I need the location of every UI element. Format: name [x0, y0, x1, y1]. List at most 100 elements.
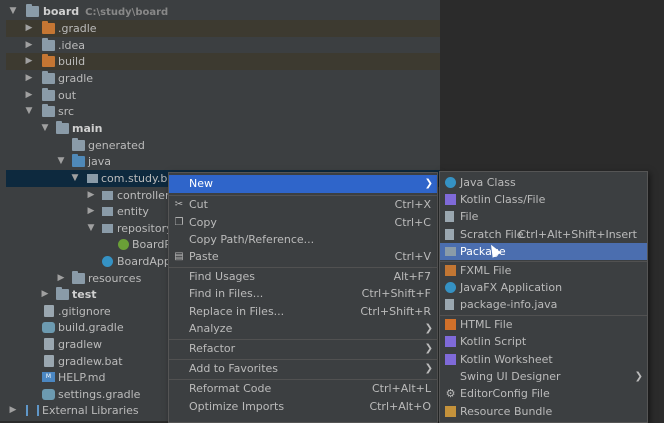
submenu-item-kotlin-class[interactable]: Kotlin Class/File — [440, 191, 647, 208]
folder-icon — [42, 71, 55, 84]
paste-icon: ▤ — [174, 251, 184, 262]
excluded-folder-icon — [42, 21, 55, 34]
submenu-item-label: Java Class — [460, 176, 516, 189]
gradle-icon — [42, 389, 55, 400]
chevron-right-icon[interactable]: ▶ — [24, 87, 34, 104]
chevron-down-icon[interactable]: ▼ — [56, 153, 66, 170]
menu-item-copy[interactable]: ❐ Copy Ctrl+C — [169, 214, 437, 232]
fxml-icon — [445, 265, 456, 276]
menu-shortcut: Ctrl+Shift+R — [360, 305, 431, 318]
generated-folder-icon — [72, 138, 85, 151]
chevron-right-icon[interactable]: ▶ — [24, 53, 34, 70]
chevron-right-icon[interactable]: ▶ — [86, 187, 96, 204]
file-icon — [445, 211, 454, 222]
tree-item-generated[interactable]: generated — [6, 137, 440, 154]
tree-item-build[interactable]: ▶ build — [6, 53, 440, 70]
menu-item-add-to-favorites[interactable]: Add to Favorites ❯ — [169, 360, 437, 378]
tree-item-out[interactable]: ▶ out — [6, 87, 440, 104]
context-menu: New ❯ ✂ Cut Ctrl+X ❐ Copy Ctrl+C Copy Pa… — [168, 172, 438, 423]
submenu-item-package[interactable]: Package — [440, 243, 647, 260]
tree-item-java[interactable]: ▼ java — [6, 153, 440, 170]
tree-item-gradle[interactable]: ▶ gradle — [6, 70, 440, 87]
submenu-item-file[interactable]: File — [440, 208, 647, 225]
menu-item-find-usages[interactable]: Find Usages Alt+F7 — [169, 268, 437, 286]
tree-item-board[interactable]: ▼ board C:\study\board — [6, 3, 440, 20]
menu-item-label: Copy Path/Reference... — [189, 233, 315, 246]
submenu-item-package-info[interactable]: package-info.java — [440, 296, 647, 313]
menu-item-paste[interactable]: ▤ Paste Ctrl+V — [169, 248, 437, 266]
menu-item-analyze[interactable]: Analyze ❯ — [169, 320, 437, 338]
submenu-item-label: HTML File — [460, 318, 513, 331]
menu-item-new[interactable]: New ❯ — [169, 175, 437, 193]
submenu-item-swing-ui-designer[interactable]: Swing UI Designer ❯ — [440, 368, 647, 385]
submenu-item-label: JavaFX Application — [460, 281, 563, 294]
submenu-item-scratch-file[interactable]: Scratch File Ctrl+Alt+Shift+Insert — [440, 226, 647, 243]
chevron-down-icon[interactable]: ▼ — [8, 3, 18, 20]
menu-item-label: Find Usages — [189, 270, 256, 283]
chevron-down-icon[interactable]: ▼ — [70, 170, 80, 187]
chevron-down-icon[interactable]: ▼ — [40, 120, 50, 137]
submenu-item-label: Swing UI Designer — [460, 370, 561, 383]
chevron-right-icon[interactable]: ▶ — [86, 203, 96, 220]
package-icon — [102, 207, 113, 216]
submenu-item-kotlin-worksheet[interactable]: Kotlin Worksheet — [440, 351, 647, 368]
menu-shortcut: Ctrl+Alt+L — [371, 382, 431, 395]
menu-item-label: Add to Favorites — [189, 362, 279, 375]
tree-item-idea[interactable]: ▶ .idea — [6, 37, 440, 54]
menu-item-label: Copy — [189, 216, 217, 229]
tree-item-label: src — [58, 105, 75, 118]
submenu-item-html-file[interactable]: HTML File — [440, 316, 647, 333]
menu-item-label: Find in Files... — [189, 287, 264, 300]
tree-item-src[interactable]: ▼ src — [6, 103, 440, 120]
file-icon — [44, 338, 54, 350]
javafx-icon — [445, 282, 456, 293]
menu-item-optimize-imports[interactable]: Optimize Imports Ctrl+Alt+O — [169, 398, 437, 416]
tree-item-label: gradle — [58, 72, 94, 85]
excluded-folder-icon — [42, 54, 55, 67]
submenu-item-resource-bundle[interactable]: Resource Bundle — [440, 403, 647, 420]
module-folder-icon — [26, 4, 39, 17]
chevron-right-icon: ❯ — [424, 323, 433, 334]
copy-icon: ❐ — [174, 217, 184, 228]
menu-shortcut: Alt+F7 — [393, 270, 431, 283]
resources-folder-icon — [72, 271, 85, 284]
chevron-down-icon[interactable]: ▼ — [24, 103, 34, 120]
source-folder-icon — [72, 154, 85, 167]
submenu-item-kotlin-script[interactable]: Kotlin Script — [440, 333, 647, 350]
menu-item-label: New — [189, 177, 213, 190]
menu-item-replace-in-files[interactable]: Replace in Files... Ctrl+Shift+R — [169, 303, 437, 321]
chevron-right-icon[interactable]: ▶ — [24, 20, 34, 37]
tree-item-label: test — [72, 288, 97, 301]
menu-item-refactor[interactable]: Refactor ❯ — [169, 340, 437, 358]
chevron-right-icon: ❯ — [424, 343, 433, 354]
kotlin-icon — [445, 336, 456, 347]
submenu-item-java-class[interactable]: Java Class — [440, 174, 647, 191]
chevron-right-icon[interactable]: ▶ — [24, 37, 34, 54]
chevron-right-icon[interactable]: ▶ — [40, 286, 50, 303]
html-icon — [445, 319, 456, 330]
folder-icon — [42, 104, 55, 117]
chevron-right-icon[interactable]: ▶ — [24, 70, 34, 87]
menu-item-cut[interactable]: ✂ Cut Ctrl+X — [169, 196, 437, 214]
kotlin-icon — [445, 194, 456, 205]
tree-item-label: generated — [88, 139, 145, 152]
chevron-right-icon[interactable]: ▶ — [56, 270, 66, 287]
menu-shortcut: Ctrl+Alt+Shift+Insert — [518, 228, 637, 241]
tree-item-gradle-dir[interactable]: ▶ .gradle — [6, 20, 440, 37]
kotlin-icon — [445, 354, 456, 365]
tree-item-label: build.gradle — [58, 321, 124, 334]
chevron-right-icon: ❯ — [424, 363, 433, 374]
submenu-item-editorconfig[interactable]: ⚙ EditorConfig File — [440, 385, 647, 402]
tree-item-main[interactable]: ▼ main — [6, 120, 440, 137]
submenu-item-javafx-application[interactable]: JavaFX Application — [440, 279, 647, 296]
chevron-right-icon[interactable]: ▶ — [8, 402, 18, 419]
tree-item-label: .idea — [58, 39, 86, 52]
menu-item-reformat-code[interactable]: Reformat Code Ctrl+Alt+L — [169, 380, 437, 398]
menu-item-copy-path[interactable]: Copy Path/Reference... — [169, 231, 437, 249]
submenu-item-fxml-file[interactable]: FXML File — [440, 262, 647, 279]
java-file-icon — [445, 299, 454, 310]
chevron-down-icon[interactable]: ▼ — [86, 220, 96, 237]
tree-item-label: repository — [117, 222, 173, 235]
package-icon — [87, 174, 98, 183]
menu-item-find-in-files[interactable]: Find in Files... Ctrl+Shift+F — [169, 285, 437, 303]
